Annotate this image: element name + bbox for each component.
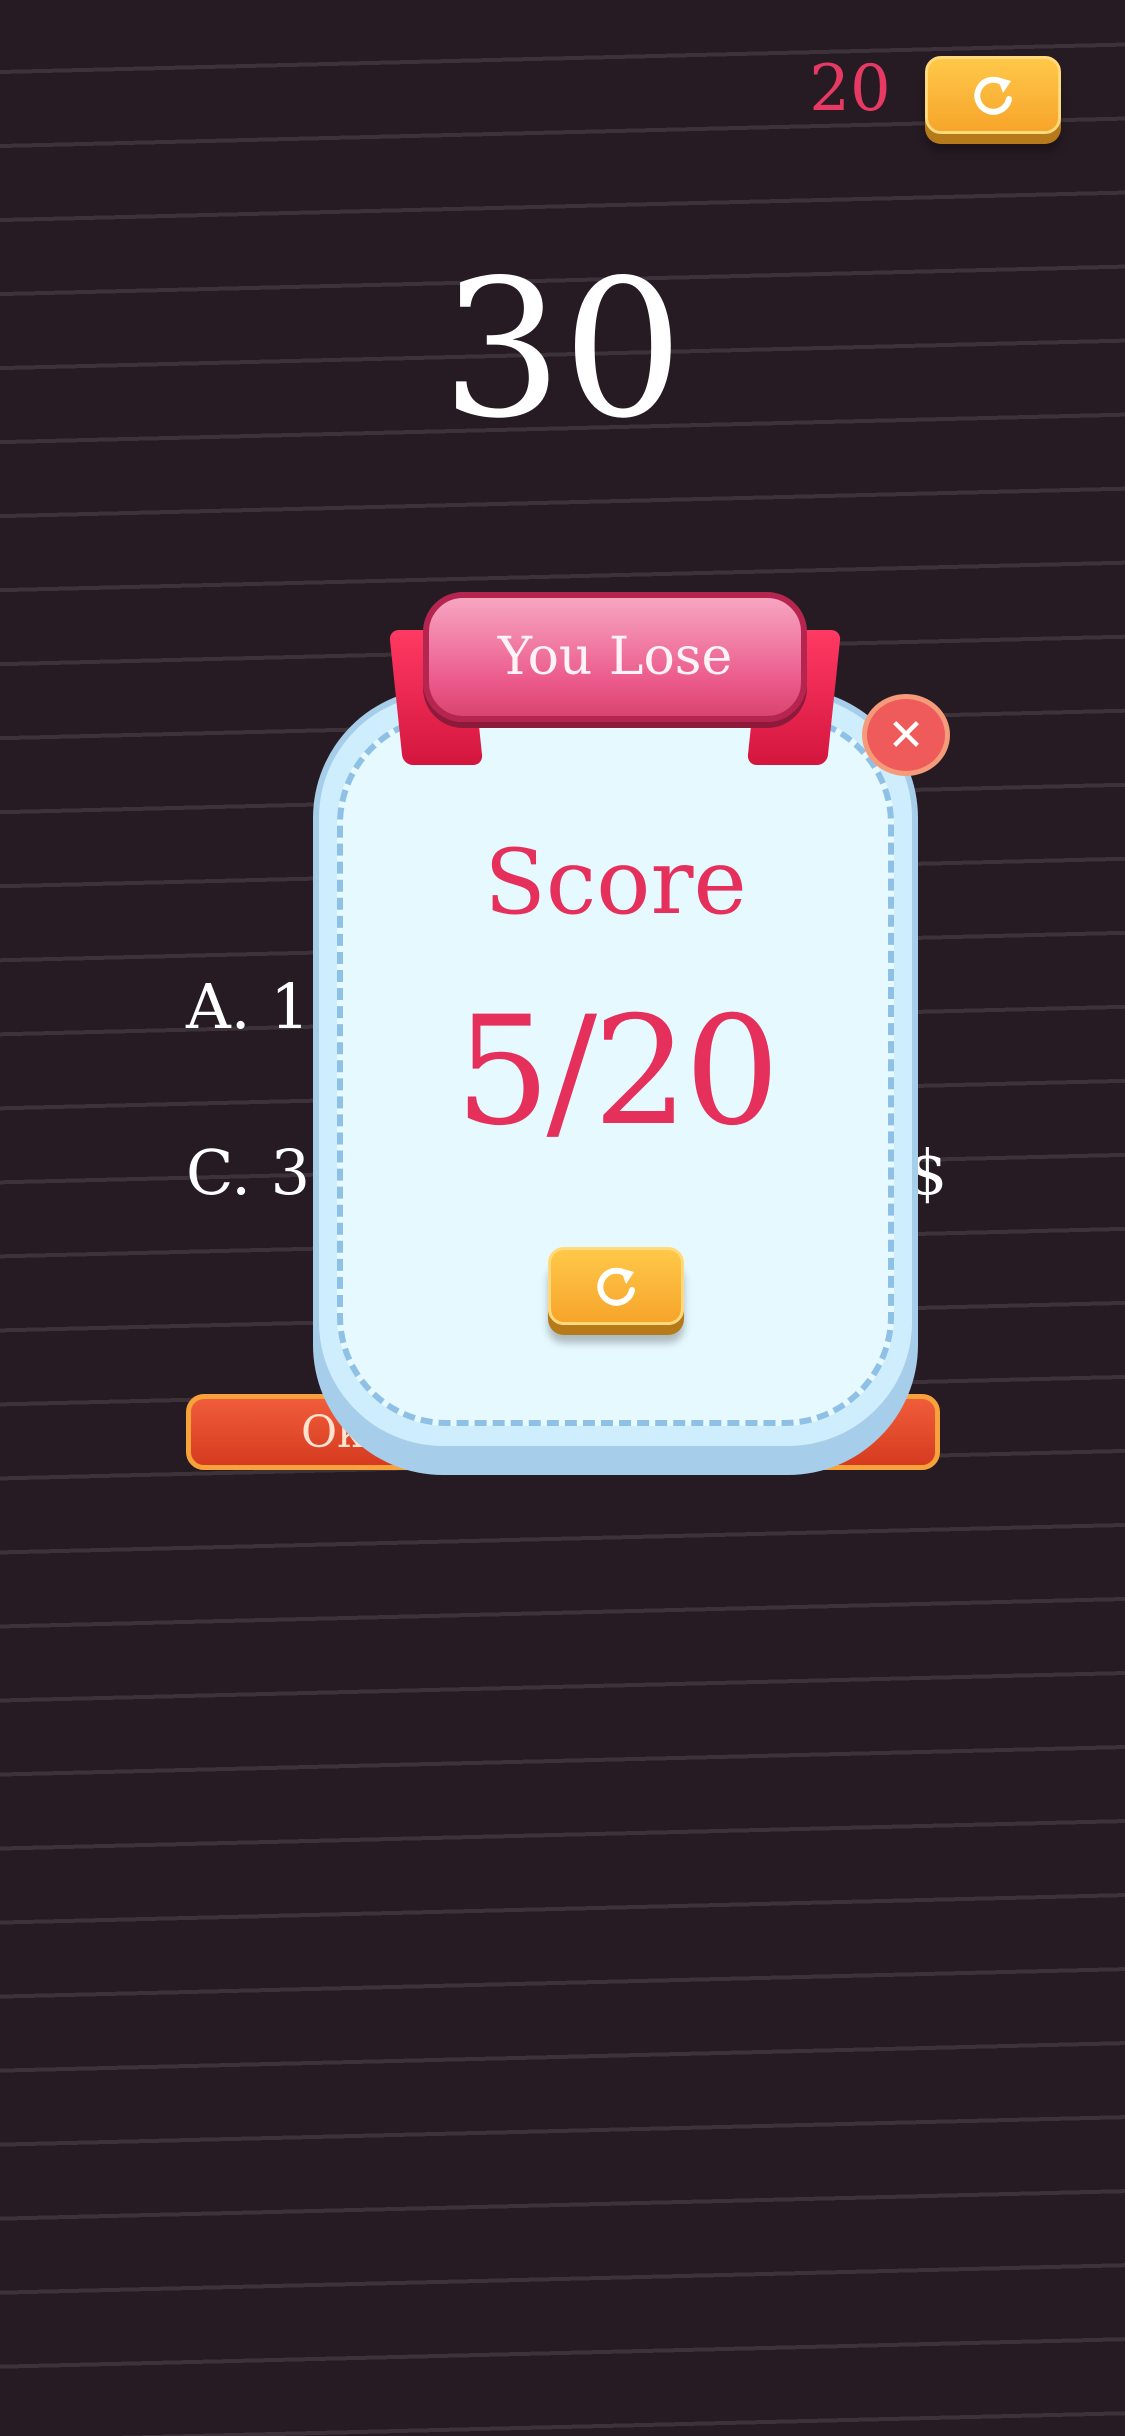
- score-value: 5/20: [455, 985, 780, 1159]
- dialog-title-ribbon: You Lose: [423, 592, 807, 722]
- close-button[interactable]: ✕: [862, 694, 950, 776]
- dialog-title: You Lose: [497, 627, 733, 687]
- header-restart-button[interactable]: [925, 56, 1061, 134]
- score-label: Score: [484, 830, 747, 935]
- restart-icon: [597, 1267, 635, 1306]
- dialog-restart-button[interactable]: [548, 1247, 684, 1325]
- header-score: 20: [809, 52, 891, 126]
- close-icon: ✕: [887, 709, 925, 761]
- restart-icon: [974, 76, 1012, 115]
- countdown-timer: 30: [441, 239, 684, 460]
